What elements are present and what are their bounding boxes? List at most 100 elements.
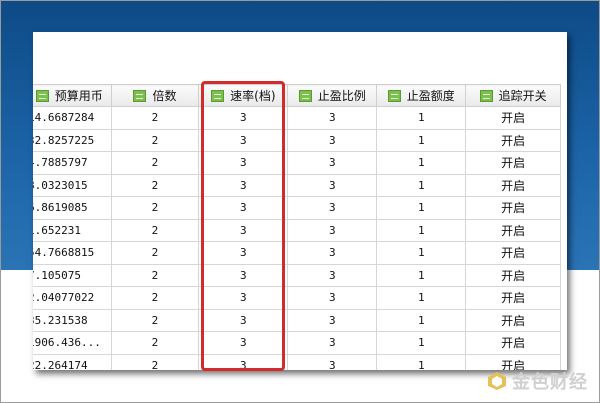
cell-take-profit-amount: 1 — [376, 151, 467, 175]
column-filter-icon[interactable] — [35, 89, 49, 102]
table-window: 预算用币 倍数 速率(档) 止盈比例 止盈额度 追踪开关 14.6687284 2… — [33, 32, 567, 370]
watermark-logo-icon — [488, 372, 506, 390]
col-header-take-profit-ratio[interactable]: 止盈比例 — [287, 84, 378, 107]
cell-multiple: 2 — [110, 128, 200, 152]
cell-rate: 3 — [198, 196, 289, 220]
col-header-rate[interactable]: 速率(档) — [198, 84, 289, 107]
cell-multiple: 2 — [110, 331, 200, 355]
cell-multiple: 2 — [110, 106, 200, 130]
cell-take-profit-amount: 1 — [376, 173, 467, 197]
cell-rate: 3 — [198, 218, 289, 242]
cell-take-profit-ratio: 3 — [287, 308, 378, 332]
cell-multiple: 2 — [110, 241, 200, 265]
table-row[interactable]: 4.7885797 2 3 3 1 开启 — [33, 151, 561, 175]
table-row[interactable]: 22.264174 2 3 3 1 开启 — [33, 353, 561, 370]
cell-take-profit-ratio: 3 — [287, 263, 378, 287]
cell-tracking-switch: 开启 — [465, 308, 561, 332]
table-row[interactable]: 54.7668815 2 3 3 1 开启 — [33, 241, 561, 265]
watermark: 金色财经 — [487, 367, 588, 395]
cell-take-profit-amount: 1 — [376, 241, 467, 265]
cell-multiple: 2 — [110, 286, 200, 310]
cell-rate: 3 — [198, 308, 289, 332]
watermark-text: 金色财经 — [512, 372, 588, 393]
column-filter-icon[interactable] — [298, 89, 312, 102]
cell-budget: 32.8257225 — [33, 128, 112, 152]
cell-tracking-switch: 开启 — [465, 151, 561, 175]
cell-tracking-switch: 开启 — [465, 331, 561, 355]
cell-tracking-switch: 开启 — [465, 263, 561, 287]
cell-multiple: 2 — [110, 263, 200, 287]
cell-multiple: 2 — [110, 218, 200, 242]
cell-budget: 7.105075 — [33, 263, 112, 287]
cell-rate: 3 — [198, 151, 289, 175]
cell-multiple: 2 — [110, 353, 200, 370]
cell-rate: 3 — [198, 331, 289, 355]
table-row[interactable]: 35.231538 2 3 3 1 开启 — [33, 308, 561, 332]
table-row[interactable]: 1906.436... 2 3 3 1 开启 — [33, 331, 561, 355]
cell-rate: 3 — [198, 353, 289, 370]
column-filter-icon[interactable] — [387, 89, 401, 102]
cell-rate: 3 — [198, 106, 289, 130]
cell-budget: 2.04077022 — [33, 286, 112, 310]
cell-take-profit-amount: 1 — [376, 263, 467, 287]
cell-tracking-switch: 开启 — [465, 196, 561, 220]
table-row[interactable]: 14.6687284 2 3 3 1 开启 — [33, 106, 561, 130]
cell-take-profit-ratio: 3 — [287, 331, 378, 355]
cell-take-profit-amount: 1 — [376, 353, 467, 370]
cell-rate: 3 — [198, 263, 289, 287]
cell-tracking-switch: 开启 — [465, 106, 561, 130]
cell-rate: 3 — [198, 241, 289, 265]
cell-take-profit-ratio: 3 — [287, 286, 378, 310]
cell-multiple: 2 — [110, 173, 200, 197]
cell-rate: 3 — [198, 286, 289, 310]
cell-take-profit-ratio: 3 — [287, 353, 378, 370]
col-header-take-profit-amount[interactable]: 止盈额度 — [376, 84, 467, 107]
table-row[interactable]: 1.652231 2 3 3 1 开启 — [33, 218, 561, 242]
cell-take-profit-ratio: 3 — [287, 128, 378, 152]
cell-tracking-switch: 开启 — [465, 173, 561, 197]
cell-multiple: 2 — [110, 196, 200, 220]
cell-take-profit-ratio: 3 — [287, 106, 378, 130]
table-row[interactable]: 7.105075 2 3 3 1 开启 — [33, 263, 561, 287]
cell-take-profit-amount: 1 — [376, 106, 467, 130]
table-row[interactable]: 8.0323015 2 3 3 1 开启 — [33, 173, 561, 197]
cell-rate: 3 — [198, 173, 289, 197]
cell-take-profit-amount: 1 — [376, 308, 467, 332]
cell-take-profit-ratio: 3 — [287, 196, 378, 220]
cell-take-profit-amount: 1 — [376, 286, 467, 310]
cell-budget: 14.6687284 — [33, 106, 112, 130]
cell-take-profit-amount: 1 — [376, 128, 467, 152]
cell-budget: 54.7668815 — [33, 241, 112, 265]
cell-budget: 1.652231 — [33, 218, 112, 242]
col-header-tracking-switch[interactable]: 追踪开关 — [465, 84, 561, 107]
cell-multiple: 2 — [110, 151, 200, 175]
strategy-table: 预算用币 倍数 速率(档) 止盈比例 止盈额度 追踪开关 14.6687284 2… — [33, 84, 561, 370]
cell-budget: 4.7885797 — [33, 151, 112, 175]
cell-budget: 22.264174 — [33, 353, 112, 370]
table-row[interactable]: 32.8257225 2 3 3 1 开启 — [33, 128, 561, 152]
column-filter-icon[interactable] — [479, 89, 493, 102]
cell-budget: 1906.436... — [33, 331, 112, 355]
column-filter-icon[interactable] — [211, 89, 225, 102]
col-header-budget[interactable]: 预算用币 — [33, 84, 112, 107]
cell-tracking-switch: 开启 — [465, 218, 561, 242]
cell-take-profit-ratio: 3 — [287, 173, 378, 197]
cell-tracking-switch: 开启 — [465, 286, 561, 310]
cell-take-profit-ratio: 3 — [287, 151, 378, 175]
cell-budget: 35.231538 — [33, 308, 112, 332]
col-header-multiple[interactable]: 倍数 — [110, 84, 200, 107]
cell-take-profit-amount: 1 — [376, 196, 467, 220]
table-row[interactable]: 2.04077022 2 3 3 1 开启 — [33, 286, 561, 310]
cell-rate: 3 — [198, 128, 289, 152]
cell-take-profit-amount: 1 — [376, 331, 467, 355]
cell-take-profit-ratio: 3 — [287, 218, 378, 242]
cell-budget: 6.8619085 — [33, 196, 112, 220]
cell-tracking-switch: 开启 — [465, 128, 561, 152]
cell-take-profit-ratio: 3 — [287, 241, 378, 265]
window-blank-area — [33, 32, 567, 84]
column-filter-icon[interactable] — [133, 89, 147, 102]
table-header-row: 预算用币 倍数 速率(档) 止盈比例 止盈额度 追踪开关 — [33, 84, 561, 107]
table-row[interactable]: 6.8619085 2 3 3 1 开启 — [33, 196, 561, 220]
cell-multiple: 2 — [110, 308, 200, 332]
cell-budget: 8.0323015 — [33, 173, 112, 197]
